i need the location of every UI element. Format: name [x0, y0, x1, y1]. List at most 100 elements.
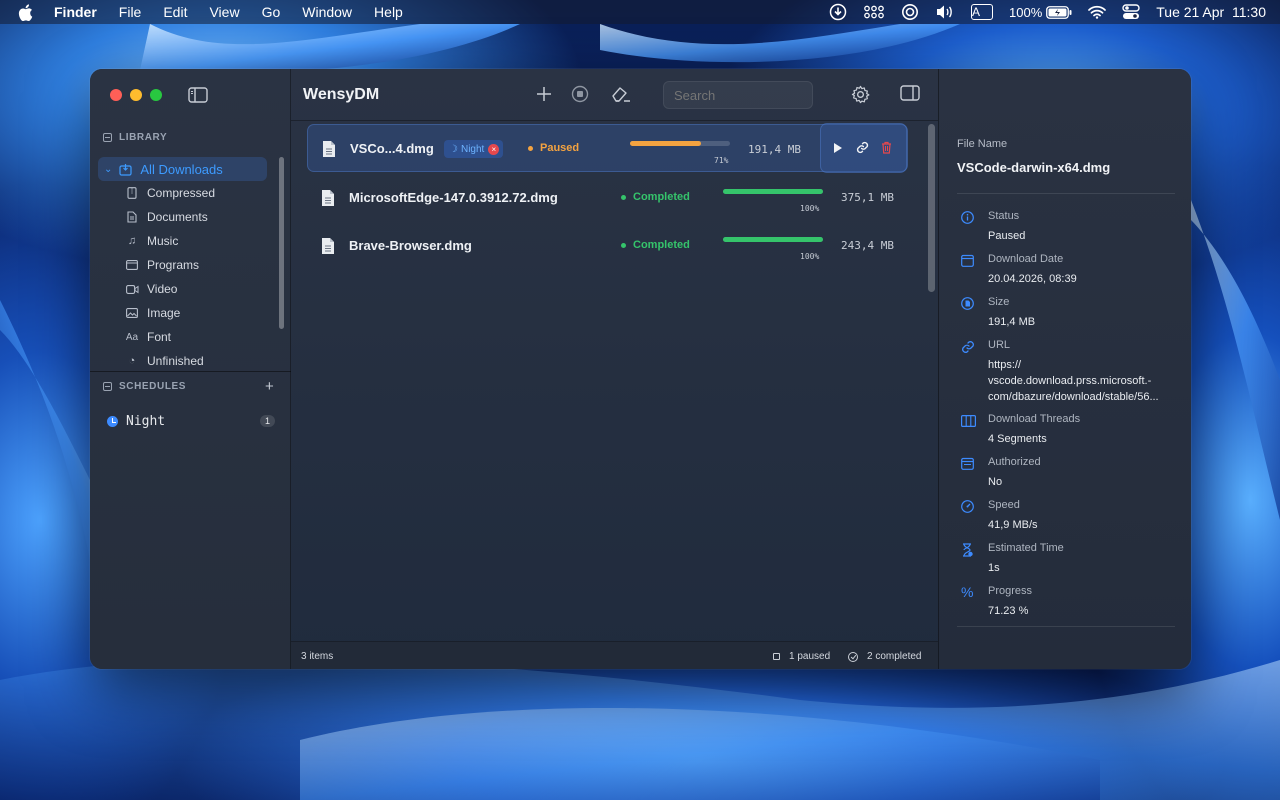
progress-fill	[723, 189, 823, 194]
volume-icon[interactable]	[935, 4, 955, 20]
minimize-window-button[interactable]	[130, 89, 142, 101]
sidebar-item-video[interactable]: Video	[98, 277, 288, 301]
file-name: Brave-Browser.dmg	[349, 238, 472, 253]
inspector-toggle-icon[interactable]	[900, 85, 920, 106]
apple-menu-icon[interactable]	[18, 3, 36, 21]
schedule-item-night[interactable]: Night 1	[107, 412, 275, 430]
download-row[interactable]: VSCo...4.dmg ☽ Night × Paused 71% 191,4 …	[307, 124, 908, 172]
completed-count-label: 2 completed	[867, 651, 922, 662]
status-badge: Completed	[621, 239, 690, 251]
toolbar: WensyDM	[291, 69, 938, 121]
property-label: Authorized	[988, 456, 1041, 468]
grid-status-icon[interactable]	[863, 5, 885, 19]
library-list: ⌄ All Downloads Compressed Documents ♫ M…	[98, 157, 288, 369]
sidebar-item-font[interactable]: Aa Font	[98, 325, 288, 349]
property-label: Download Date	[988, 253, 1064, 265]
status-badge: Completed	[621, 191, 690, 203]
focus-status-icon[interactable]	[901, 3, 919, 21]
status-label: Paused	[540, 142, 580, 154]
trash-icon[interactable]	[881, 141, 892, 159]
menu-window[interactable]: Window	[302, 4, 352, 20]
menu-help[interactable]: Help	[374, 4, 403, 20]
moon-icon: ☽	[449, 143, 458, 155]
wifi-icon[interactable]	[1088, 5, 1107, 19]
progress-percent: 71%	[714, 156, 729, 165]
search-input[interactable]	[663, 81, 813, 109]
sidebar-toggle-icon[interactable]	[188, 87, 208, 108]
sidebar-item-all-downloads[interactable]: ⌄ All Downloads	[98, 157, 267, 181]
stop-all-icon[interactable]	[571, 85, 589, 108]
window-controls	[110, 89, 162, 101]
copy-link-icon[interactable]	[856, 141, 869, 159]
zoom-window-button[interactable]	[150, 89, 162, 101]
paused-count-label: 1 paused	[789, 651, 831, 662]
progress-bar	[630, 141, 730, 146]
divider	[957, 626, 1175, 627]
file-name-label: File Name	[957, 138, 1008, 150]
library-heading-label: LIBRARY	[119, 132, 168, 143]
add-schedule-icon[interactable]: +	[265, 378, 274, 395]
eraser-clear-icon[interactable]	[610, 85, 632, 108]
url-line: com/dbazure/download/stable/56...	[988, 391, 1159, 403]
gear-icon[interactable]	[851, 85, 870, 109]
menu-app-name[interactable]: Finder	[54, 4, 97, 20]
divider	[957, 193, 1175, 194]
menu-view[interactable]: View	[209, 4, 239, 20]
sidebar-item-compressed[interactable]: Compressed	[98, 181, 288, 205]
control-center-icon[interactable]	[1122, 4, 1140, 20]
sidebar-item-label: Video	[147, 282, 178, 296]
sidebar-item-label: Image	[147, 306, 181, 320]
sidebar: LIBRARY ⌄ All Downloads Compressed Docum…	[90, 69, 291, 669]
download-row[interactable]: MicrosoftEdge-147.0.3912.72.dmg Complete…	[307, 174, 908, 222]
close-window-button[interactable]	[110, 89, 122, 101]
percent-icon: %	[961, 584, 974, 600]
property-value: 41,9 MB/s	[988, 519, 1038, 531]
progress-percent: 100%	[800, 204, 820, 213]
clock[interactable]: Tue 21 Apr 11:30	[1156, 4, 1266, 20]
sidebar-divider	[90, 371, 291, 372]
paused-count: 1 paused	[773, 651, 830, 662]
calendar-icon	[961, 254, 974, 272]
chevron-down-icon[interactable]: ⌄	[104, 164, 112, 175]
completed-count: 2 completed	[848, 651, 921, 662]
sidebar-item-label: Compressed	[147, 186, 216, 200]
resume-button[interactable]	[833, 141, 843, 159]
add-download-icon[interactable]	[536, 85, 552, 108]
sidebar-scrollbar[interactable]	[279, 157, 284, 329]
sidebar-item-music[interactable]: ♫ Music	[98, 229, 288, 253]
download-status-icon[interactable]	[829, 3, 847, 21]
list-scrollbar[interactable]	[928, 124, 935, 292]
file-icon	[321, 189, 335, 212]
menu-file[interactable]: File	[119, 4, 142, 20]
app-window: LIBRARY ⌄ All Downloads Compressed Docum…	[90, 69, 1191, 669]
library-heading[interactable]: LIBRARY	[103, 132, 167, 143]
battery-icon[interactable]	[1046, 5, 1072, 19]
menu-go[interactable]: Go	[262, 4, 281, 20]
menu-edit[interactable]: Edit	[163, 4, 187, 20]
font-icon: Aa	[125, 331, 139, 343]
schedule-tag[interactable]: ☽ Night ×	[444, 140, 504, 158]
property-value[interactable]: https:// vscode.download.prss.microsoft.…	[988, 357, 1178, 405]
window-icon	[125, 260, 139, 270]
property-label: Estimated Time	[988, 542, 1064, 554]
sidebar-item-documents[interactable]: Documents	[98, 205, 288, 229]
sidebar-item-programs[interactable]: Programs	[98, 253, 288, 277]
archive-icon	[125, 187, 139, 199]
property-value: 20.04.2026, 08:39	[988, 273, 1077, 285]
input-source-icon[interactable]: A	[971, 4, 993, 20]
download-row[interactable]: Brave-Browser.dmg Completed 100% 243,4 M…	[307, 222, 908, 270]
file-icon	[322, 140, 336, 163]
property-label: Progress	[988, 585, 1033, 597]
sidebar-item-unfinished[interactable]: ◔ Unfinished	[98, 349, 288, 369]
schedules-heading[interactable]: SCHEDULES	[103, 381, 186, 392]
file-size: 191,4 MB	[748, 143, 801, 156]
remove-tag-icon[interactable]: ×	[488, 143, 500, 155]
battery-percent[interactable]: 100%	[1009, 5, 1042, 20]
id-card-icon	[961, 457, 974, 475]
property-value: 191,4 MB	[988, 316, 1036, 328]
progress-percent: 100%	[800, 252, 820, 261]
property-label: Size	[988, 296, 1010, 308]
property-value: 71.23 %	[988, 605, 1029, 617]
property-value: 4 Segments	[988, 433, 1047, 445]
sidebar-item-image[interactable]: Image	[98, 301, 288, 325]
